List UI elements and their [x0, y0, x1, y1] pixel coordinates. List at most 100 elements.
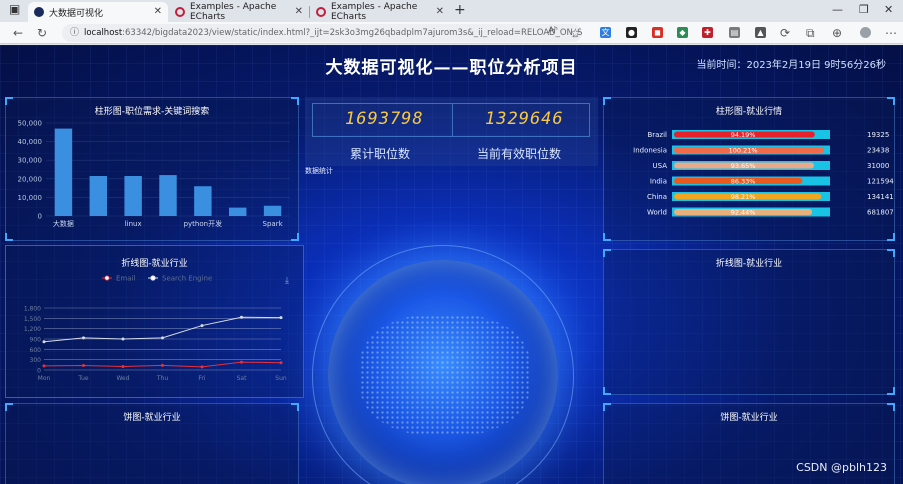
tab-echarts-2[interactable]: Examples - Apache ECharts ✕	[310, 2, 450, 22]
bar-percent-label: 94.19%	[731, 131, 756, 139]
x-tick-label: Mon	[38, 375, 51, 382]
extension-recorder-icon[interactable]: ●	[626, 27, 637, 38]
total-value-label: 31000	[867, 162, 889, 170]
extension-adblock-icon[interactable]: ◼	[652, 27, 663, 38]
new-tab-button[interactable]: +	[454, 2, 466, 18]
category-label: World	[647, 209, 667, 217]
employment-bar-chart: Brazil 94.19% 19325 Indonesia 100.21% 23438 US…	[633, 130, 894, 217]
y-tick-label: 1,800	[24, 306, 41, 313]
data-point	[42, 340, 46, 344]
more-menu-icon[interactable]: ⋯	[885, 26, 897, 40]
total-jobs-label: 累计职位数	[350, 147, 411, 161]
extension-person-icon[interactable]: ▲	[755, 27, 766, 38]
window-menu-icon[interactable]: ▣	[9, 2, 20, 16]
extension-puzzle-icon[interactable]: ◆	[677, 27, 688, 38]
data-point	[200, 365, 204, 369]
x-tick-label: Sun	[275, 375, 287, 382]
data-point	[121, 365, 125, 369]
x-tick-label: python开发	[184, 219, 223, 228]
y-tick-label: 0	[37, 368, 41, 375]
data-point	[42, 364, 46, 368]
info-icon: ⓘ	[70, 28, 80, 38]
panel-industry-line-chart[interactable]: 折线图-就业行业 ⤓ 0 300 600 900 1,200 1,500 1,800 Mon T…	[5, 245, 304, 398]
total-value-label: 23438	[867, 147, 889, 155]
favorite-star-icon[interactable]: ☆	[570, 26, 581, 40]
x-tick-label: Wed	[116, 375, 129, 382]
y-tick-label: 20,000	[18, 175, 43, 183]
total-value-label: 19325	[867, 131, 889, 139]
tab-dashboard[interactable]: 大数据可视化 ✕	[28, 2, 168, 22]
total-value-label: 134141	[867, 193, 894, 201]
y-tick-label: 0	[38, 213, 42, 221]
panel-industry-line-chart-right: 折线图-就业行业	[603, 249, 895, 395]
bar	[229, 207, 247, 216]
total-value-label: 121594	[867, 178, 894, 186]
x-tick-label: Tue	[77, 375, 89, 382]
bar	[54, 128, 73, 216]
data-point	[82, 363, 85, 367]
bar-percent-label: 92.44%	[731, 209, 756, 217]
dashboard-page: 大数据可视化——职位分析项目 当前时间：2023年2月19日 9时56分26秒 …	[0, 45, 903, 484]
tab-echarts-1[interactable]: Examples - Apache ECharts ✕	[169, 2, 309, 22]
y-tick-label: 30,000	[18, 157, 43, 165]
y-tick-label: 600	[30, 347, 42, 354]
data-point	[161, 336, 164, 340]
downloads-icon[interactable]: ⊕	[832, 26, 842, 40]
url-input[interactable]: ⓘ localhost:63342/bigdata2023/view/stati…	[62, 24, 582, 42]
y-tick-label: 40,000	[18, 138, 43, 146]
collections-icon[interactable]: ⧉	[806, 26, 815, 41]
extension-translate-icon[interactable]: 文	[600, 27, 611, 38]
category-label: India	[650, 178, 667, 186]
close-window-icon[interactable]: ✕	[884, 3, 893, 16]
extension-red-icon[interactable]: ✚	[702, 27, 713, 38]
bar-percent-label: 98.21%	[731, 193, 756, 201]
y-tick-label: 300	[30, 357, 42, 364]
echarts-favicon-icon	[175, 7, 185, 17]
data-point	[240, 315, 243, 319]
minimize-icon[interactable]: —	[832, 3, 843, 16]
close-tab-icon[interactable]: ✕	[295, 6, 303, 17]
industry-line-chart: 0 300 600 900 1,200 1,500 1,800 Mon Tue Wed Thu Fri…	[24, 275, 287, 383]
reload-icon[interactable]: ↻	[37, 26, 47, 40]
panel-title: 饼图-就业行业	[720, 413, 778, 423]
current-time: 当前时间：2023年2月19日 9时56分26秒	[696, 60, 886, 71]
close-tab-icon[interactable]: ✕	[154, 6, 162, 17]
sync-icon[interactable]: ⟳	[780, 26, 790, 40]
total-value-label: 681807	[867, 209, 894, 217]
bar-percent-label: 93.65%	[731, 162, 756, 170]
profile-avatar-icon[interactable]	[860, 27, 871, 38]
data-point	[161, 363, 164, 367]
x-tick-label: Spark	[263, 220, 284, 228]
echarts-favicon-icon	[316, 7, 326, 17]
bar	[194, 186, 212, 216]
y-tick-label: 900	[30, 337, 42, 344]
bar-percent-label: 86.33%	[731, 178, 756, 186]
total-jobs-value: 1693798	[345, 109, 424, 129]
bar	[159, 175, 177, 216]
active-jobs-label: 当前有效职位数	[477, 147, 562, 161]
legend-label: Email	[116, 275, 135, 283]
bar	[89, 176, 107, 216]
back-icon[interactable]: ←	[13, 26, 23, 40]
panel-industry-pie-chart: 饼图-就业行业	[5, 403, 299, 484]
y-tick-label: 50,000	[18, 120, 43, 128]
restore-icon[interactable]: ❐	[859, 3, 869, 16]
y-tick-label: 10,000	[18, 194, 43, 202]
data-point	[279, 361, 283, 365]
data-point	[279, 316, 283, 320]
counter-panel: 1693798 1329646 累计职位数 当前有效职位数	[305, 97, 598, 166]
legend-marker	[104, 275, 110, 281]
x-tick-label: Sat	[237, 375, 247, 382]
category-label: Indonesia	[633, 147, 667, 155]
watermark: CSDN @pblh123	[796, 461, 887, 474]
x-tick-label: Fri	[198, 375, 205, 382]
x-tick-label: linux	[125, 220, 142, 228]
read-aloud-icon[interactable]: Aʰ	[548, 26, 558, 36]
close-tab-icon[interactable]: ✕	[436, 6, 444, 17]
y-tick-label: 1,500	[24, 316, 41, 323]
legend-label: Search Engine	[162, 275, 212, 283]
data-point	[82, 336, 85, 340]
y-tick-label: 1,200	[24, 326, 41, 333]
legend-marker	[150, 275, 156, 281]
extension-notes-icon[interactable]: ▤	[729, 27, 740, 38]
